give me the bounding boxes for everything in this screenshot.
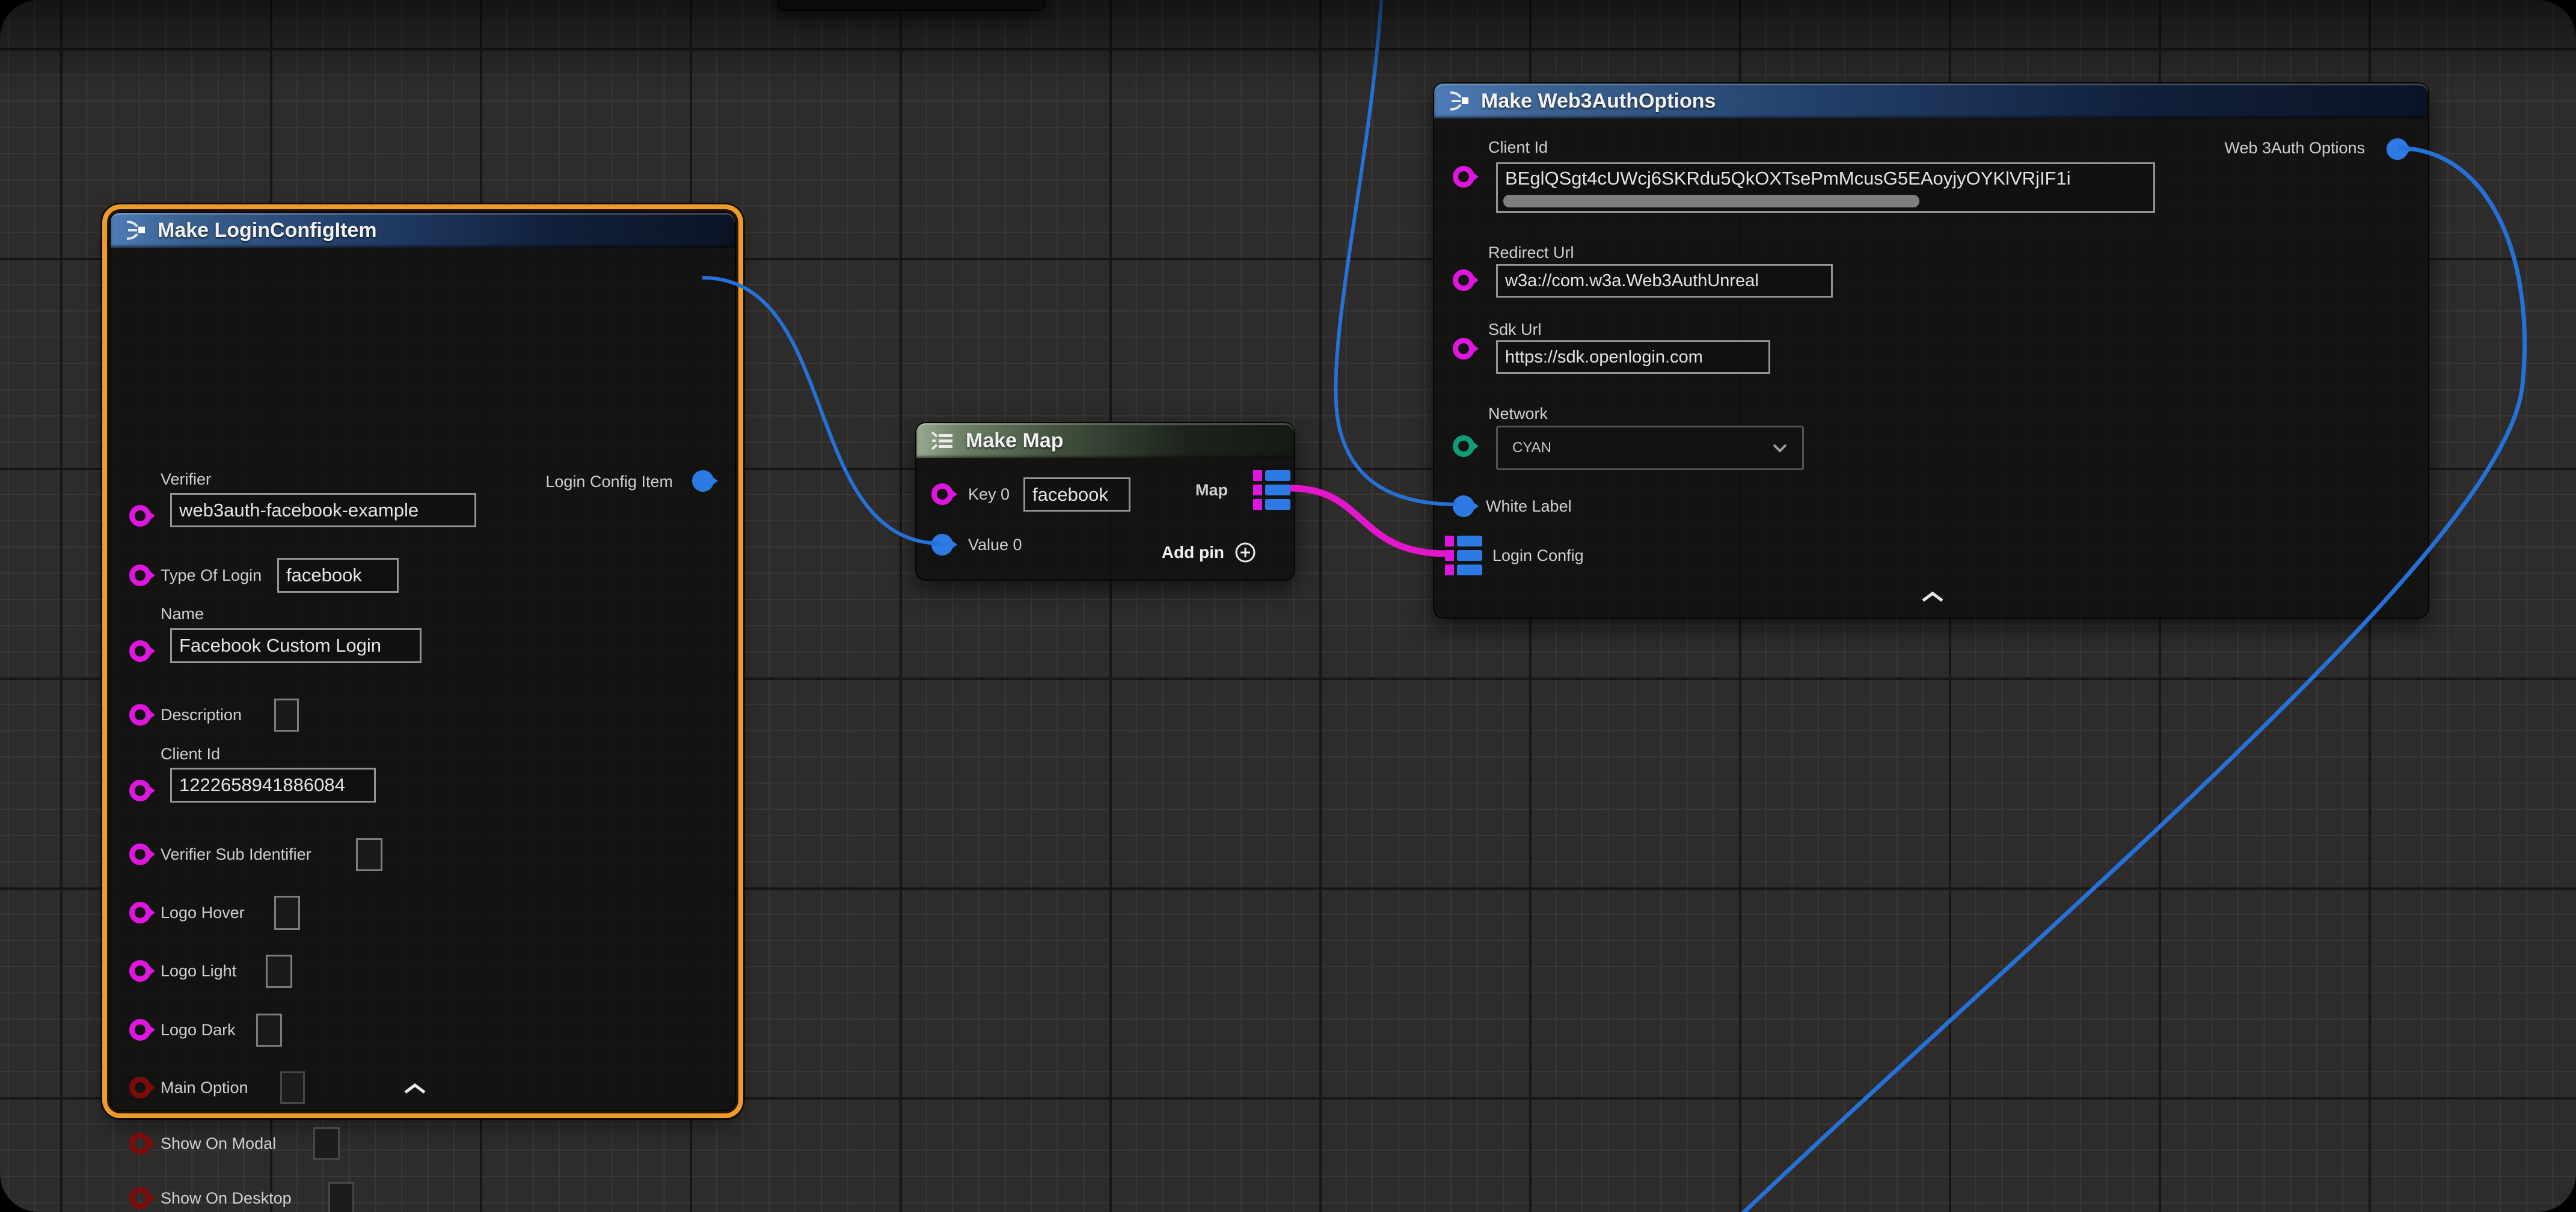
- blueprint-editor: Make LoginConfigItem Login Config Item V…: [0, 0, 2576, 1212]
- node-title: Make Web3AuthOptions: [1481, 90, 1716, 113]
- node-header-make-map[interactable]: Make Map: [916, 423, 1294, 458]
- pin-name[interactable]: [129, 640, 151, 662]
- make-map-icon: [928, 429, 956, 453]
- add-pin-label: Add pin: [1162, 543, 1224, 562]
- add-pin-button[interactable]: Add pin: [1162, 541, 1257, 564]
- pin-label: Logo Light: [161, 962, 236, 981]
- pin-label: Type Of Login: [161, 566, 262, 585]
- pin-label: Name: [161, 605, 204, 623]
- node-make-loginconfigitem[interactable]: Make LoginConfigItem Login Config Item V…: [109, 212, 736, 1111]
- graph-canvas[interactable]: Make LoginConfigItem Login Config Item V…: [0, 0, 2576, 1212]
- pin-label: Logo Dark: [161, 1021, 236, 1039]
- verifier-input[interactable]: web3auth-facebook-example: [170, 493, 476, 527]
- pin-description[interactable]: [129, 704, 151, 726]
- pin-network[interactable]: [1453, 435, 1474, 457]
- pin-label: Client Id: [1488, 138, 1548, 157]
- add-pin-plus-icon: [1234, 541, 1257, 564]
- pin-label: Show On Desktop: [161, 1189, 292, 1208]
- pin-client-id[interactable]: [129, 780, 151, 801]
- top-vignette: [0, 0, 2576, 90]
- pin-label: Description: [161, 706, 242, 724]
- client-id-input[interactable]: 1222658941886084: [170, 768, 376, 803]
- pin-label: Main Option: [161, 1079, 248, 1097]
- type-of-login-input[interactable]: facebook: [277, 558, 399, 593]
- pin-label: Redirect Url: [1488, 243, 1574, 262]
- description-input[interactable]: [274, 699, 299, 732]
- pin-value-0[interactable]: [931, 534, 953, 556]
- wire-map-to-login-config[interactable]: [1290, 488, 1447, 554]
- collapse-chevron-icon[interactable]: [1919, 590, 1946, 604]
- pin-label: Show On Modal: [161, 1134, 276, 1153]
- client-id-scrollbar[interactable]: [1503, 195, 1919, 207]
- pin-label: Verifier: [161, 470, 211, 489]
- output-label: Map: [1195, 481, 1228, 500]
- name-input[interactable]: Facebook Custom Login: [170, 628, 422, 663]
- pin-logo-light[interactable]: [129, 960, 151, 982]
- output-label: Web 3Auth Options: [2224, 139, 2365, 158]
- sdk-url-input[interactable]: https://sdk.openlogin.com: [1496, 340, 1770, 374]
- pin-type-of-login[interactable]: [129, 565, 151, 586]
- pin-label: Network: [1488, 405, 1548, 423]
- collapse-chevron-icon[interactable]: [402, 1082, 428, 1095]
- node-header-make-loginconfigitem[interactable]: Make LoginConfigItem: [111, 213, 735, 248]
- pin-show-on-modal[interactable]: [129, 1133, 151, 1154]
- verifier-sub-identifier-input[interactable]: [356, 838, 382, 871]
- network-dropdown[interactable]: CYAN: [1496, 426, 1804, 470]
- logo-light-input[interactable]: [266, 955, 292, 988]
- pin-white-label[interactable]: [1453, 495, 1474, 517]
- make-struct-icon: [123, 218, 148, 243]
- main-option-checkbox[interactable]: [280, 1071, 305, 1104]
- show-on-desktop-checkbox[interactable]: [328, 1182, 354, 1212]
- pin-logo-hover[interactable]: [129, 902, 151, 923]
- partial-node-top[interactable]: [777, 0, 1046, 11]
- pin-label: Key 0: [968, 485, 1010, 504]
- node-make-web3authoptions[interactable]: Make Web3AuthOptions Web 3Auth Options C…: [1433, 82, 2429, 619]
- network-selected-value: CYAN: [1512, 439, 1551, 456]
- pin-login-config[interactable]: [1445, 536, 1482, 575]
- output-label: Login Config Item: [545, 473, 673, 491]
- pin-login-config-item-output[interactable]: [692, 470, 714, 492]
- chevron-down-icon: [1772, 443, 1788, 453]
- pin-label: Login Config: [1492, 546, 1584, 565]
- pin-verifier-sub-identifier[interactable]: [129, 843, 151, 865]
- node-title: Make LoginConfigItem: [158, 219, 377, 242]
- node-header-make-web3authoptions[interactable]: Make Web3AuthOptions: [1434, 84, 2428, 118]
- pin-label: Sdk Url: [1488, 320, 1542, 339]
- make-struct-icon: [1446, 88, 1471, 114]
- pin-verifier[interactable]: [129, 505, 151, 527]
- key-0-input[interactable]: facebook: [1023, 477, 1130, 512]
- node-make-map[interactable]: Make Map Key 0 facebook Map Value 0 Add …: [915, 422, 1295, 581]
- pin-map-output[interactable]: [1253, 470, 1290, 510]
- redirect-url-input[interactable]: w3a://com.w3a.Web3AuthUnreal: [1496, 264, 1833, 298]
- logo-hover-input[interactable]: [274, 896, 300, 930]
- show-on-modal-checkbox[interactable]: [313, 1127, 340, 1160]
- pin-main-option[interactable]: [129, 1077, 151, 1098]
- wire-loginconfigitem-to-value0[interactable]: [702, 278, 942, 543]
- pin-show-on-desktop[interactable]: [129, 1187, 151, 1209]
- pin-key-0[interactable]: [931, 483, 953, 505]
- node-title: Make Map: [966, 429, 1064, 453]
- pin-label: White Label: [1486, 497, 1572, 516]
- pin-label: Value 0: [968, 536, 1022, 554]
- pin-redirect-url[interactable]: [1453, 269, 1474, 291]
- pin-client-id[interactable]: [1453, 166, 1474, 188]
- logo-dark-input[interactable]: [256, 1014, 282, 1047]
- pin-logo-dark[interactable]: [129, 1019, 151, 1041]
- pin-label: Logo Hover: [161, 904, 245, 922]
- pin-web3auth-options-output[interactable]: [2387, 138, 2408, 160]
- pin-label: Verifier Sub Identifier: [161, 845, 311, 864]
- pin-sdk-url[interactable]: [1453, 338, 1474, 360]
- pin-label: Client Id: [161, 745, 220, 764]
